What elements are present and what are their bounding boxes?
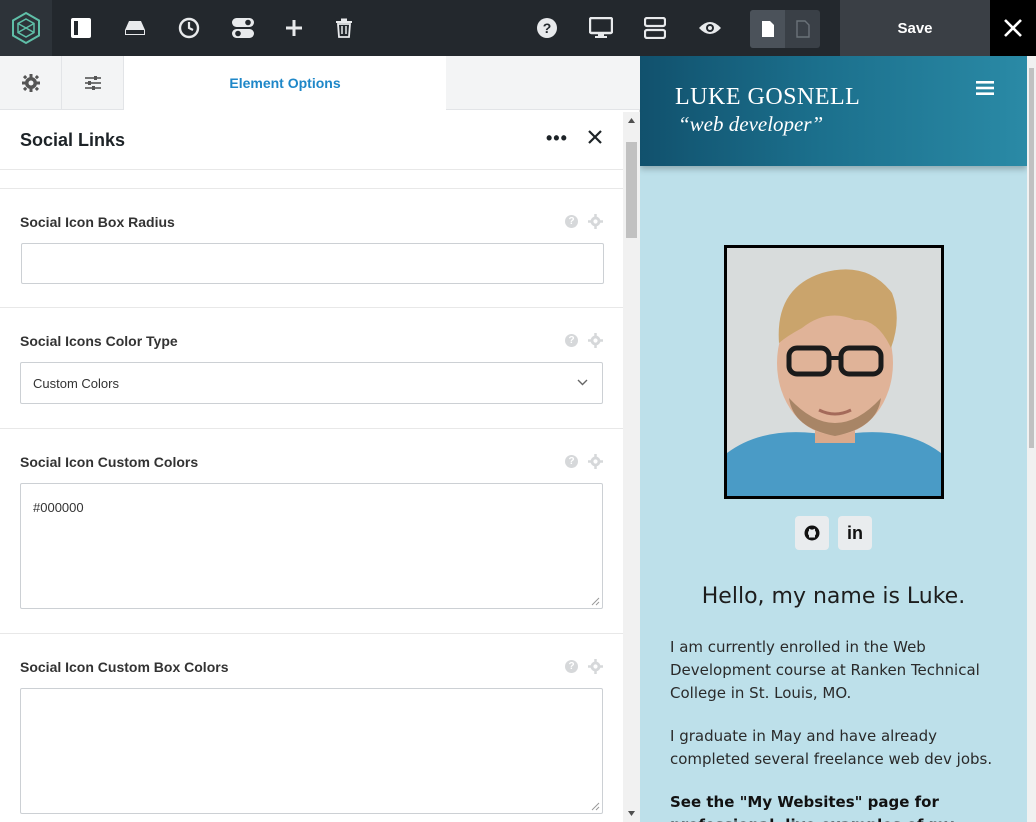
gear-icon[interactable] [588,659,603,674]
history-icon[interactable] [171,10,207,46]
intro-paragraph: I am currently enrolled in the Web Devel… [670,638,980,702]
svg-text:?: ? [543,20,552,36]
option-custom-box-colors: Social Icon Custom Box Colors ? [0,634,623,822]
option-label: Social Icons Color Type [20,333,178,349]
help-icon[interactable]: ? [565,215,578,228]
resize-grip-icon[interactable] [591,597,600,606]
trash-icon[interactable] [326,10,362,46]
linkedin-link[interactable]: in [838,516,872,550]
scroll-down-arrow-icon[interactable] [626,808,637,818]
site-name[interactable]: LUKE GOSNELL [675,84,860,111]
close-icon [1004,19,1022,37]
option-label: Social Icon Custom Colors [20,454,199,470]
toggle-icon[interactable] [225,10,261,46]
close-builder-button[interactable] [990,0,1036,56]
eye-icon[interactable] [692,10,728,46]
scroll-up-arrow-icon[interactable] [626,116,637,126]
chevron-down-icon [577,379,588,386]
drive-icon[interactable] [117,10,153,46]
tab-options[interactable] [62,56,124,110]
websites-paragraph: See the "My Websites" page for professio… [670,793,954,822]
resize-grip-icon[interactable] [591,802,600,811]
builder-logo-icon[interactable] [0,0,52,56]
option-box-radius: Social Icon Box Radius ? [0,189,623,308]
custom-colors-textarea[interactable]: #000000 [20,483,603,609]
gear-icon [21,74,40,92]
builder-toolbar: ? Save [0,0,1036,56]
select-value: Custom Colors [33,376,119,391]
preview-scroll-thumb[interactable] [1029,68,1034,448]
gear-icon[interactable] [588,333,603,348]
gear-icon[interactable] [588,214,603,229]
graduate-paragraph: I graduate in May and have already compl… [670,727,993,768]
element-header: Social Links ••• [0,110,623,170]
panel-tabs: Element Options [0,56,640,110]
close-icon [588,130,602,144]
option-label: Social Icon Box Radius [20,214,175,230]
plus-icon[interactable] [276,10,312,46]
custom-box-colors-textarea[interactable] [20,688,603,814]
panel-scroll-thumb[interactable] [626,142,637,238]
save-button[interactable]: Save [840,0,990,56]
sliders-icon [84,76,101,90]
site-header: LUKE GOSNELL “web developer” [640,56,1027,166]
github-link[interactable] [795,516,829,550]
layout-icon[interactable] [63,10,99,46]
site-preview: LUKE GOSNELL “web developer” in Hello, m… [640,56,1036,822]
gear-icon[interactable] [588,454,603,469]
hello-heading: Hello, my name is Luke. [701,584,966,609]
help-icon[interactable]: ? [565,334,578,347]
color-type-select[interactable]: Custom Colors [20,362,603,404]
element-title: Social Links [20,130,126,150]
page-icon[interactable] [750,10,785,48]
close-element-button[interactable] [586,128,604,151]
page-outline-icon[interactable] [785,10,820,48]
help-icon[interactable]: ? [565,455,578,468]
option-color-type: Social Icons Color Type ? Custom Colors [0,308,623,429]
help-icon[interactable]: ? [565,660,578,673]
option-label: Social Icon Custom Box Colors [20,659,229,675]
help-icon[interactable]: ? [529,10,565,46]
profile-photo [724,245,944,499]
hamburger-menu-icon[interactable] [976,80,994,96]
tab-element-options[interactable]: Element Options [124,56,446,110]
rows-icon[interactable] [637,10,673,46]
box-radius-input[interactable] [21,243,604,284]
site-tagline: “web developer” [678,112,824,136]
option-custom-colors: Social Icon Custom Colors ? #000000 [0,429,623,634]
desktop-icon[interactable] [583,10,619,46]
textarea-value: #000000 [33,500,84,515]
github-icon [804,525,820,541]
linkedin-icon: in [847,522,863,543]
tab-settings[interactable] [0,56,62,110]
element-options-panel: Element Options Social Links ••• Social … [0,56,640,822]
more-options-button[interactable]: ••• [546,128,568,149]
